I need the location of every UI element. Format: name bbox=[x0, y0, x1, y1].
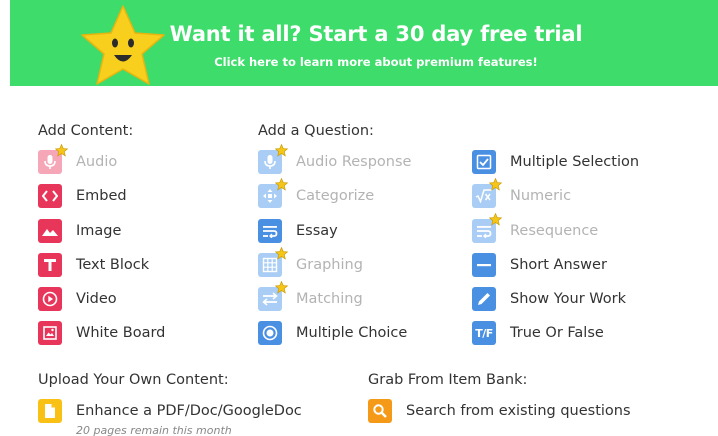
pencil-icon bbox=[472, 287, 496, 311]
add-show-your-work-label: Show Your Work bbox=[510, 291, 627, 307]
short-line-icon bbox=[472, 253, 496, 277]
add-resequence-button[interactable]: Resequence bbox=[472, 213, 599, 243]
premium-star-icon bbox=[275, 144, 288, 157]
add-audio-response-button[interactable]: Audio Response bbox=[258, 144, 412, 174]
add-text-block-label: Text Block bbox=[76, 257, 150, 273]
add-audio-label: Audio bbox=[76, 154, 118, 170]
radio-button-icon bbox=[258, 321, 282, 345]
add-audio-button[interactable]: Audio bbox=[38, 144, 118, 174]
grid-icon bbox=[258, 247, 288, 277]
microphone-icon bbox=[258, 144, 288, 174]
add-multiple-choice-label: Multiple Choice bbox=[296, 325, 408, 341]
add-video-label: Video bbox=[76, 291, 117, 307]
play-circle-icon bbox=[38, 287, 62, 311]
add-audio-response-label: Audio Response bbox=[296, 154, 412, 170]
document-icon bbox=[38, 399, 62, 423]
premium-star-icon bbox=[275, 247, 288, 260]
add-categorize-label: Categorize bbox=[296, 188, 375, 204]
add-numeric-button[interactable]: Numeric bbox=[472, 178, 572, 208]
add-graphing-label: Graphing bbox=[296, 257, 363, 273]
add-video-button[interactable]: Video bbox=[38, 287, 117, 311]
premium-star-icon bbox=[55, 144, 68, 157]
add-multiple-selection-button[interactable]: Multiple Selection bbox=[472, 150, 639, 174]
add-true-or-false-label: True Or False bbox=[510, 325, 604, 341]
premium-star-icon bbox=[275, 178, 288, 191]
add-matching-label: Matching bbox=[296, 291, 363, 307]
add-numeric-label: Numeric bbox=[510, 188, 572, 204]
add-essay-label: Essay bbox=[296, 223, 338, 239]
add-true-or-false-button[interactable]: T/F True Or False bbox=[472, 321, 604, 345]
mountain-image-icon bbox=[38, 219, 62, 243]
categorize-icon bbox=[258, 178, 288, 208]
premium-star-icon bbox=[489, 178, 502, 191]
microphone-icon bbox=[38, 144, 68, 174]
search-icon bbox=[368, 399, 392, 423]
code-brackets-icon bbox=[38, 184, 62, 208]
true-false-icon: T/F bbox=[472, 321, 496, 345]
add-item-panel: Want it all? Start a 30 day free trial C… bbox=[0, 0, 718, 436]
resequence-icon bbox=[472, 213, 502, 243]
add-short-answer-button[interactable]: Short Answer bbox=[472, 253, 607, 277]
upload-heading: Upload Your Own Content: bbox=[38, 372, 229, 388]
pages-remaining-note: 20 pages remain this month bbox=[76, 424, 232, 436]
premium-star-icon bbox=[275, 281, 288, 294]
add-question-heading: Add a Question: bbox=[258, 123, 374, 139]
add-short-answer-label: Short Answer bbox=[510, 257, 607, 273]
free-trial-banner[interactable]: Want it all? Start a 30 day free trial C… bbox=[10, 0, 718, 86]
letter-t-icon bbox=[38, 253, 62, 277]
add-essay-button[interactable]: Essay bbox=[258, 219, 338, 243]
add-white-board-label: White Board bbox=[76, 325, 166, 341]
add-multiple-selection-label: Multiple Selection bbox=[510, 154, 640, 170]
text-wrap-icon bbox=[258, 219, 282, 243]
premium-star-icon bbox=[489, 213, 502, 226]
enhance-document-label: Enhance a PDF/Doc/GoogleDoc bbox=[76, 403, 302, 419]
whiteboard-icon bbox=[38, 321, 62, 345]
add-graphing-button[interactable]: Graphing bbox=[258, 247, 363, 277]
enhance-document-button[interactable]: Enhance a PDF/Doc/GoogleDoc bbox=[38, 399, 302, 423]
add-resequence-label: Resequence bbox=[510, 223, 599, 239]
add-image-button[interactable]: Image bbox=[38, 219, 121, 243]
item-bank-heading: Grab From Item Bank: bbox=[368, 372, 528, 388]
add-embed-label: Embed bbox=[76, 188, 127, 204]
banner-subtitle: Click here to learn more about premium f… bbox=[214, 55, 538, 69]
search-item-bank-button[interactable]: Search from existing questions bbox=[368, 399, 631, 423]
add-white-board-button[interactable]: White Board bbox=[38, 321, 165, 345]
add-categorize-button[interactable]: Categorize bbox=[258, 178, 375, 208]
add-text-block-button[interactable]: Text Block bbox=[38, 253, 149, 277]
swap-arrows-icon bbox=[258, 281, 288, 311]
add-embed-button[interactable]: Embed bbox=[38, 184, 127, 208]
true-false-glyph: T/F bbox=[475, 326, 493, 340]
checkbox-icon bbox=[472, 150, 496, 174]
add-multiple-choice-button[interactable]: Multiple Choice bbox=[258, 321, 407, 345]
square-root-icon bbox=[472, 178, 502, 208]
add-image-label: Image bbox=[76, 223, 122, 239]
banner-title: Want it all? Start a 30 day free trial bbox=[169, 22, 583, 46]
search-item-bank-label: Search from existing questions bbox=[406, 403, 631, 419]
add-show-your-work-button[interactable]: Show Your Work bbox=[472, 287, 626, 311]
add-content-heading: Add Content: bbox=[38, 123, 134, 139]
add-matching-button[interactable]: Matching bbox=[258, 281, 363, 311]
